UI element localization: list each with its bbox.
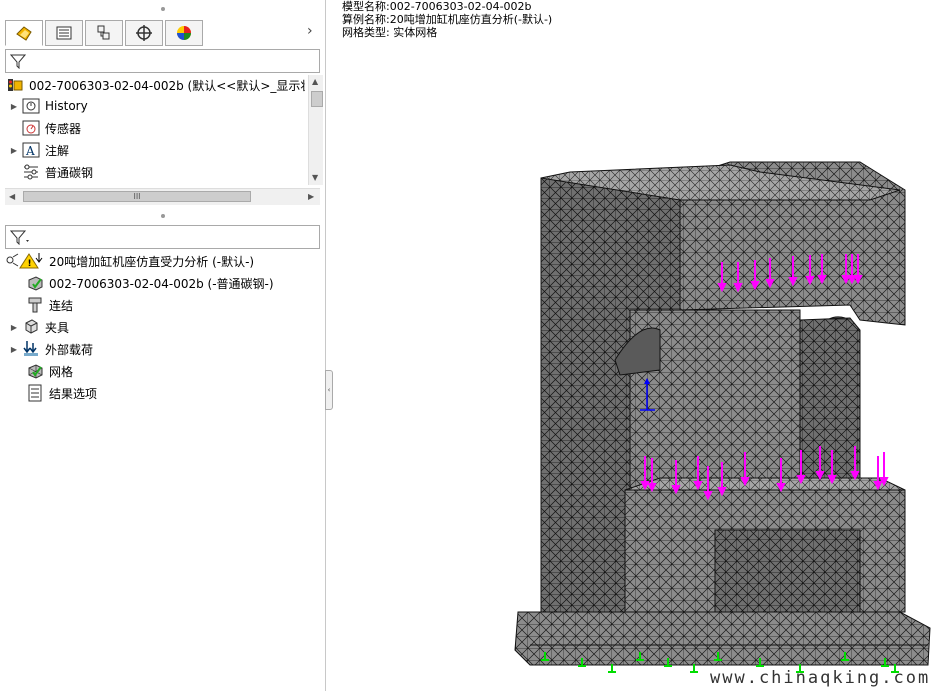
horizontal-scrollbar[interactable]: ◀ III ▶ [5,188,320,205]
external-load-icon [21,340,41,358]
panel-collapse-handle[interactable]: ‹ [325,370,333,410]
tree-item-label: 002-7006303-02-04-002b (默认<<默认>_显示状态 [29,78,305,93]
history-icon [21,97,41,115]
configuration-manager-icon [97,25,110,40]
tree-item-label: 外部载荷 [45,342,94,357]
scroll-right-icon[interactable]: ▶ [308,192,314,201]
tab-configuration-manager[interactable] [85,20,123,46]
tree-item-label: 结果选项 [49,386,98,401]
tree-item-annotations[interactable]: ▶ A 注解 [7,140,69,160]
expand-arrow-icon[interactable]: ▶ [7,102,21,111]
tree-item-mesh[interactable]: 网格 [25,361,73,381]
display-manager-icon [177,26,191,40]
tree-item-label: 注解 [45,143,70,158]
expand-arrow-icon[interactable]: ▶ [7,345,21,354]
tree-item-connections[interactable]: 连结 [25,295,73,315]
fixture-icon [21,318,41,336]
feature-manager-panel: › 002-7006303-02-04-002b (默认<<默认>_显示状态 ▶… [0,0,326,691]
study-info-overlay: 模型名称:002-7006303-02-04-002b 算例名称:20吨增加缸机… [342,0,552,39]
scroll-thumb[interactable] [311,91,323,107]
vertical-scrollbar[interactable]: ▲ ▼ [308,75,323,185]
solid-body-icon [25,274,45,292]
result-options-icon [25,384,45,402]
tree-item-sensors[interactable]: 传感器 [7,118,81,138]
filter-box-bottom[interactable] [5,225,320,249]
tree-item-result-options[interactable]: 结果选项 [25,383,97,403]
model-name-label: 模型名称:002-7006303-02-04-002b [342,0,532,13]
mesh-body [514,161,931,666]
tab-property-manager[interactable] [45,20,83,46]
tree-item-label: 网格 [49,364,74,379]
tree-item-label: 002-7006303-02-04-002b (-普通碳钢-) [49,276,274,291]
part-icon [5,76,25,94]
filter-icon [10,54,26,69]
property-manager-icon [56,26,72,40]
crosshair-icon [136,25,152,41]
manager-tab-bar: › [5,20,317,47]
tree-item-label: 普通碳钢 [45,165,94,180]
scroll-up-icon[interactable]: ▲ [312,77,318,86]
mesh-icon [25,362,45,380]
mesh-type-label: 网格类型: 实体网格 [342,26,438,39]
tree-item-label: 传感器 [45,121,82,136]
tab-overflow-arrow[interactable]: › [307,23,313,39]
tree-item-history[interactable]: ▶ History [7,96,88,116]
feature-tree: 002-7006303-02-04-002b (默认<<默认>_显示状态 ▶ H… [5,75,305,187]
study-icon: ! [5,252,45,270]
study-name-label: 算例名称:20吨增加缸机座仿直分析(-默认-) [342,13,553,26]
filter-box-top[interactable] [5,49,320,73]
panel-grip-top[interactable] [0,3,325,15]
tab-dimxpert-manager[interactable] [125,20,163,46]
scroll-down-icon[interactable]: ▼ [312,173,318,182]
scroll-thumb[interactable]: III [23,191,251,202]
panel-splitter[interactable] [0,210,325,222]
tree-item-part[interactable]: 002-7006303-02-04-002b (默认<<默认>_显示状态 [5,75,305,95]
tree-item-label: 夹具 [45,320,70,335]
graphics-viewport[interactable] [335,40,940,691]
scroll-left-icon[interactable]: ◀ [9,192,15,201]
tree-item-study[interactable]: ! 20吨增加缸机座仿直受力分析 (-默认-) [5,251,254,271]
tree-item-fixtures[interactable]: ▶ 夹具 [7,317,69,337]
watermark-text: www.chinaqking.com [710,668,931,688]
svg-text:A: A [25,144,35,158]
tree-item-solid-body[interactable]: 002-7006303-02-04-002b (-普通碳钢-) [25,273,274,293]
material-icon [21,163,41,181]
annotation-icon: A [21,141,41,159]
tree-item-external-loads[interactable]: ▶ 外部载荷 [7,339,93,359]
sensor-icon [21,119,41,137]
tree-item-label: 20吨增加缸机座仿直受力分析 (-默认-) [49,254,255,269]
mesh-model-view[interactable] [335,40,940,691]
expand-arrow-icon[interactable]: ▶ [7,146,21,155]
svg-text:!: ! [28,259,32,269]
filter-dropdown-icon [10,230,29,245]
tab-feature-manager[interactable] [5,20,43,46]
tree-item-material[interactable]: 普通碳钢 [7,162,93,182]
tab-display-manager[interactable] [165,20,203,46]
expand-arrow-icon[interactable]: ▶ [7,323,21,332]
tree-item-label: History [45,99,88,113]
tree-item-label: 连结 [49,298,74,313]
connection-icon [25,296,45,314]
feature-manager-icon [16,26,32,41]
